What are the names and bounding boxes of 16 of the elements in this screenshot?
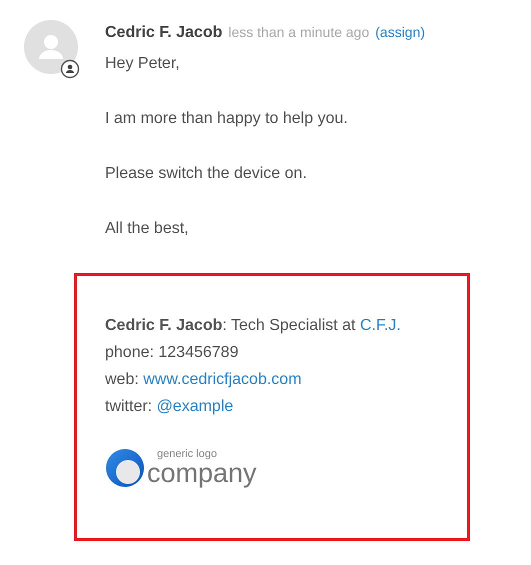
timestamp: less than a minute ago bbox=[228, 24, 370, 40]
signature-link[interactable]: C.F.J. bbox=[360, 317, 401, 334]
signature-line: twitter: @example bbox=[105, 397, 234, 417]
signature-line: Cedric F. Jacob: Tech Specialist at C.F.J. bbox=[105, 316, 402, 336]
signature-line: phone: 123456789 bbox=[105, 343, 240, 363]
logo-tagline: generic logo bbox=[157, 449, 218, 460]
message-text: Hey Peter, bbox=[105, 54, 181, 74]
signature-link[interactable]: @example bbox=[156, 398, 234, 415]
signature-link[interactable]: www.cedricfjacob.com bbox=[143, 371, 302, 388]
author-name: Cedric F. Jacob bbox=[105, 24, 222, 42]
signature-line: web: www.cedricfjacob.com bbox=[105, 370, 303, 390]
logo-name: company bbox=[147, 460, 257, 487]
assign-link[interactable]: (assign) bbox=[375, 24, 426, 40]
message-text: I am more than happy to help you. bbox=[105, 109, 349, 129]
message-text: Please switch the device on. bbox=[105, 164, 308, 184]
message-text: All the best, bbox=[105, 219, 190, 239]
